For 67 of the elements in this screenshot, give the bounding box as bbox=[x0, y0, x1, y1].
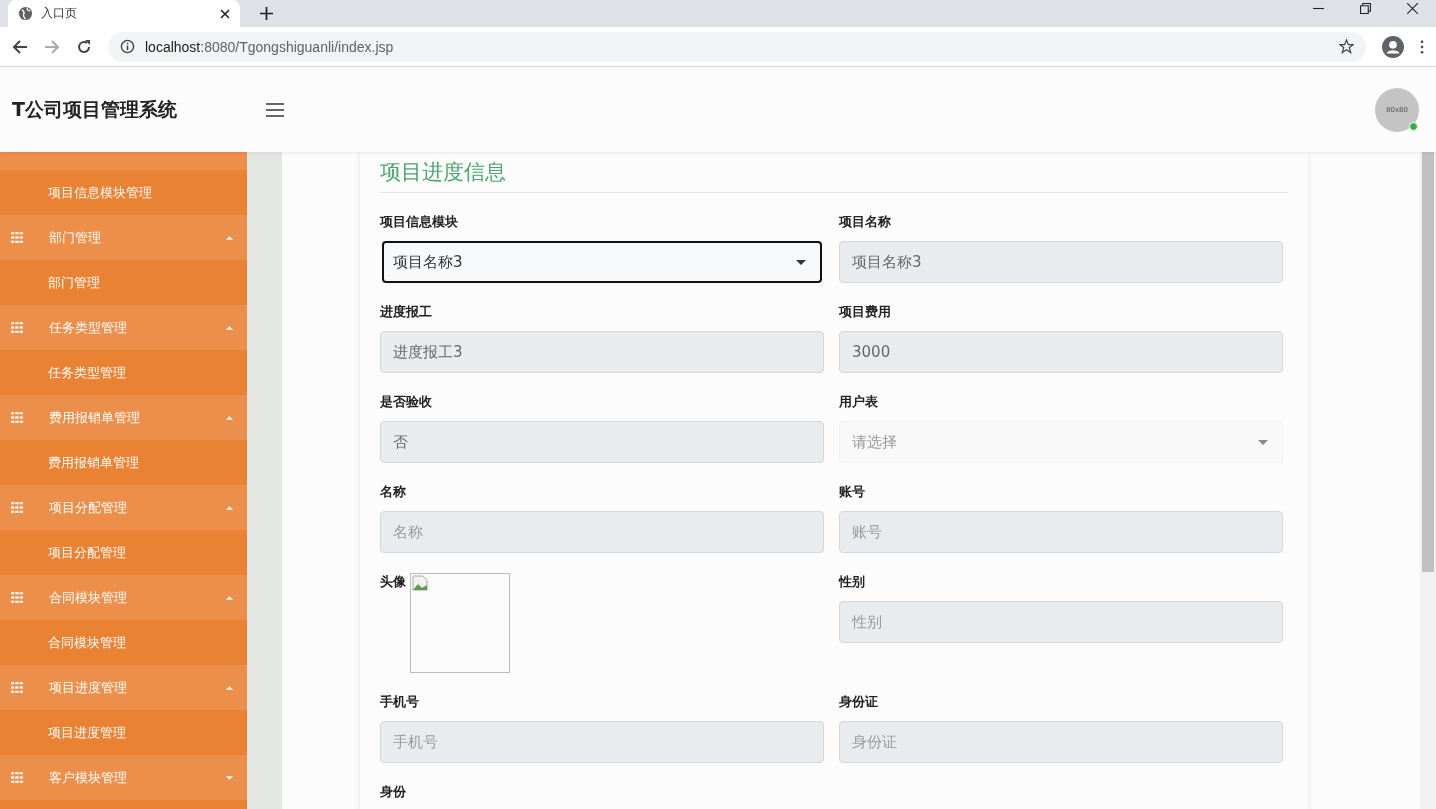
grid-icon bbox=[11, 232, 24, 243]
sidebar-group[interactable]: 客户模块管理 bbox=[0, 755, 247, 800]
reload-icon[interactable] bbox=[76, 38, 92, 55]
url-text: localhost:8080/Tgongshiguanli/index.jsp bbox=[145, 38, 395, 55]
sidebar-group[interactable]: 任务类型管理 bbox=[0, 305, 247, 350]
input-field[interactable]: 名称 bbox=[380, 511, 824, 553]
input-field[interactable]: 项目名称3 bbox=[839, 241, 1283, 283]
caret-up-icon bbox=[226, 685, 233, 690]
select-field[interactable]: 请选择 bbox=[839, 421, 1283, 463]
caret-up-icon bbox=[226, 505, 233, 510]
field-label: 名称 bbox=[380, 483, 407, 501]
star-icon[interactable] bbox=[1339, 39, 1354, 54]
menu-icon[interactable] bbox=[266, 102, 284, 117]
caret-up-icon bbox=[226, 325, 233, 330]
field-label: 手机号 bbox=[380, 693, 420, 711]
sidebar-group[interactable]: 项目进度管理 bbox=[0, 665, 247, 710]
back-arrow-icon[interactable] bbox=[12, 38, 28, 55]
field-label: 项目费用 bbox=[839, 303, 892, 321]
sidebar-group[interactable]: 合同模块管理 bbox=[0, 575, 247, 620]
sidebar-group[interactable]: 项目分配管理 bbox=[0, 485, 247, 530]
caret-up-icon bbox=[226, 415, 233, 420]
input-field[interactable]: 3000 bbox=[839, 331, 1283, 373]
app-title: T公司项目管理系统 bbox=[12, 96, 178, 122]
field-label: 性别 bbox=[839, 573, 866, 591]
field-label: 是否验收 bbox=[380, 393, 433, 411]
scrollbar-thumb[interactable] bbox=[1422, 152, 1434, 572]
close-icon[interactable] bbox=[220, 8, 230, 19]
caret-down-icon bbox=[1258, 439, 1268, 445]
field-label: 身份 bbox=[380, 783, 407, 801]
grid-icon bbox=[11, 682, 24, 693]
form-title: 项目进度信息 bbox=[380, 158, 1288, 193]
restore-icon[interactable] bbox=[1360, 3, 1371, 14]
browser-tab[interactable]: 入口页 bbox=[8, 0, 240, 27]
input-field[interactable]: 手机号 bbox=[380, 721, 824, 763]
broken-image-icon bbox=[412, 575, 428, 591]
profile-icon[interactable] bbox=[1382, 35, 1404, 58]
sidebar-group[interactable]: 部门管理 bbox=[0, 215, 247, 260]
caret-up-icon bbox=[226, 595, 233, 600]
address-bar[interactable]: localhost:8080/Tgongshiguanli/index.jsp bbox=[108, 31, 1366, 62]
caret-down-icon bbox=[796, 259, 806, 265]
field-label: 项目信息模块 bbox=[380, 213, 459, 231]
plus-icon[interactable] bbox=[260, 7, 273, 20]
field-label: 项目名称 bbox=[839, 213, 892, 231]
info-icon bbox=[120, 39, 135, 54]
sidebar-group[interactable]: 费用报销单管理 bbox=[0, 395, 247, 440]
input-field[interactable]: 进度报工3 bbox=[380, 331, 824, 373]
field-label: 账号 bbox=[839, 483, 866, 501]
grid-icon bbox=[11, 772, 24, 783]
field-label: 身份证 bbox=[839, 693, 879, 711]
grid-icon bbox=[11, 412, 24, 423]
field-label: 进度报工 bbox=[380, 303, 433, 321]
field-label: 头像 bbox=[380, 573, 406, 591]
field-label: 用户表 bbox=[839, 393, 879, 411]
input-field[interactable]: 否 bbox=[380, 421, 824, 463]
close-icon[interactable] bbox=[1407, 3, 1418, 14]
tab-title: 入口页 bbox=[41, 5, 78, 22]
caret-up-icon bbox=[226, 235, 233, 240]
input-field[interactable]: 性别 bbox=[839, 601, 1283, 643]
grid-icon bbox=[11, 502, 24, 513]
grid-icon bbox=[11, 322, 24, 333]
input-field[interactable]: 账号 bbox=[839, 511, 1283, 553]
globe-icon bbox=[18, 6, 33, 21]
caret-down-icon bbox=[226, 775, 233, 780]
menu-icon[interactable] bbox=[1420, 39, 1424, 54]
grid-icon bbox=[11, 592, 24, 603]
select-field[interactable]: 项目名称3 bbox=[382, 241, 822, 283]
input-field[interactable]: 身份证 bbox=[839, 721, 1283, 763]
